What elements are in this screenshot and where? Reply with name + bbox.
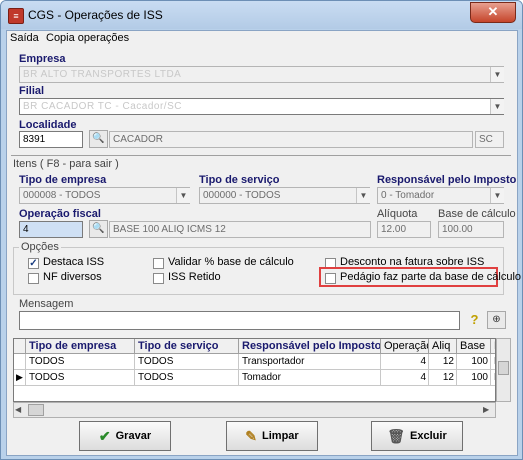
gravar-button[interactable]: ✔ Gravar <box>79 421 171 451</box>
menu-copia-operacoes[interactable]: Copia operações <box>46 32 129 44</box>
responsavel-dropdown-icon[interactable]: ▼ <box>490 188 504 203</box>
opcoes-label: Opções <box>19 241 61 253</box>
trash-icon: 🗑 <box>387 428 406 445</box>
operacao-fiscal-code-input[interactable]: 4 <box>19 221 83 238</box>
base-calculo-label: Base de cálculo <box>438 208 516 220</box>
itens-section-label: Itens ( F8 - para sair ) <box>13 158 119 170</box>
localidade-name-field: CACADOR <box>109 131 473 148</box>
operations-grid: Tipo de empresa Tipo de serviço Responsá… <box>13 338 496 402</box>
tipo-servico-label: Tipo de serviço <box>199 174 280 186</box>
empresa-label: Empresa <box>19 53 66 65</box>
destaca-iss-label: Destaca ISS <box>43 256 105 268</box>
empresa-select[interactable]: BR ALTO TRANSPORTES LTDA <box>19 66 504 83</box>
tipo-empresa-dropdown-icon[interactable]: ▼ <box>176 188 190 203</box>
table-cell[interactable]: TODOS <box>135 370 239 386</box>
localidade-lookup-icon[interactable]: 🔍 <box>89 130 108 148</box>
filial-select[interactable]: BR CACADOR TC - Cacador/SC <box>19 98 504 115</box>
responsavel-select[interactable]: 0 - Tomador <box>377 187 504 204</box>
localidade-label: Localidade <box>19 119 77 131</box>
grid-header-responsavel[interactable]: Responsável pelo Imposto <box>239 339 381 354</box>
scroll-thumb[interactable] <box>498 361 509 375</box>
grid-header-tipo-servico[interactable]: Tipo de serviço <box>135 339 239 354</box>
section-divider <box>11 155 511 156</box>
check-icon: ✔ <box>98 428 111 445</box>
menu-saida[interactable]: Saída <box>10 32 39 44</box>
nf-diversos-checkbox[interactable] <box>28 273 39 284</box>
iss-retido-label: ISS Retido <box>168 271 221 283</box>
application-window: ≡ CGS - Operações de ISS ✕ Saída Copia o… <box>0 0 523 460</box>
scroll-right-icon[interactable]: ▶ <box>483 403 493 417</box>
grid-header-tipo-empresa[interactable]: Tipo de empresa <box>26 339 135 354</box>
pedagio-base-checkbox[interactable] <box>325 273 336 284</box>
base-calculo-field: 100.00 <box>438 221 504 238</box>
localidade-code-input[interactable]: 8391 <box>19 131 83 148</box>
pedagio-base-label: Pedágio faz parte da base de cálculo <box>340 271 522 283</box>
grid-vertical-scrollbar[interactable] <box>496 338 511 402</box>
table-cell[interactable]: TODOS <box>135 354 239 370</box>
aliquota-label: Alíquota <box>377 208 418 220</box>
aliquota-field: 12.00 <box>377 221 431 238</box>
tipo-empresa-select[interactable]: 000008 - TODOS <box>19 187 190 204</box>
table-cell[interactable]: 12 <box>429 354 457 370</box>
table-cell[interactable]: 4 <box>381 370 429 386</box>
tipo-servico-select[interactable]: 000000 - TODOS <box>199 187 370 204</box>
table-cell[interactable]: 100 <box>457 354 491 370</box>
excluir-button[interactable]: 🗑 Excluir <box>371 421 463 451</box>
title-bar: ≡ CGS - Operações de ISS ✕ <box>1 1 522 29</box>
table-cell[interactable]: 100 <box>457 370 491 386</box>
filial-dropdown-icon[interactable]: ▼ <box>490 99 504 114</box>
grid-horizontal-scrollbar[interactable]: ◀ ▶ <box>13 402 496 418</box>
localidade-uf-field: SC <box>475 131 504 148</box>
limpar-button[interactable]: ✎ Limpar <box>226 421 318 451</box>
row-indicator[interactable] <box>14 354 26 370</box>
help-icon[interactable]: ? <box>465 312 484 330</box>
operacao-fiscal-label: Operação fiscal <box>19 208 101 220</box>
close-button[interactable]: ✕ <box>470 2 516 23</box>
grid-header-base[interactable]: Base <box>457 339 491 354</box>
add-message-icon[interactable]: ⊕ <box>487 311 506 329</box>
table-cell[interactable]: 12 <box>429 370 457 386</box>
table-cell[interactable]: TODOS <box>26 354 135 370</box>
mensagem-label: Mensagem <box>19 298 74 310</box>
validar-base-label: Validar % base de cálculo <box>168 256 294 268</box>
grid-header-aliq[interactable]: Aliq <box>429 339 457 354</box>
tipo-empresa-label: Tipo de empresa <box>19 174 107 186</box>
destaca-iss-checkbox[interactable]: ✓ <box>28 258 39 269</box>
mensagem-input[interactable] <box>19 311 460 330</box>
table-cell[interactable]: Tomador <box>239 370 381 386</box>
client-area: Saída Copia operações Empresa BR ALTO TR… <box>6 30 522 456</box>
table-cell[interactable]: TODOS <box>26 370 135 386</box>
tipo-servico-dropdown-icon[interactable]: ▼ <box>356 188 370 203</box>
operacao-fiscal-lookup-icon[interactable]: 🔍 <box>89 220 108 238</box>
app-icon: ≡ <box>8 8 24 24</box>
broom-icon: ✎ <box>245 428 258 445</box>
table-cell[interactable]: Transportador <box>239 354 381 370</box>
hscroll-thumb[interactable] <box>28 404 44 416</box>
grid-corner <box>14 339 26 354</box>
iss-retido-checkbox[interactable] <box>153 273 164 284</box>
scroll-left-icon[interactable]: ◀ <box>15 403 25 417</box>
responsavel-label: Responsável pelo Imposto <box>377 174 517 186</box>
validar-base-checkbox[interactable] <box>153 258 164 269</box>
nf-diversos-label: NF diversos <box>43 271 102 283</box>
table-cell[interactable]: 4 <box>381 354 429 370</box>
current-row-arrow-icon[interactable]: ▶ <box>14 370 26 386</box>
menu-bar: Saída Copia operações <box>7 31 517 46</box>
operacao-fiscal-desc-field: BASE 100 ALIQ ICMS 12 <box>109 221 371 238</box>
grid-header-operacao[interactable]: Operação <box>381 339 429 354</box>
empresa-dropdown-icon[interactable]: ▼ <box>490 67 504 82</box>
window-title: CGS - Operações de ISS <box>28 8 163 22</box>
filial-label: Filial <box>19 85 45 97</box>
